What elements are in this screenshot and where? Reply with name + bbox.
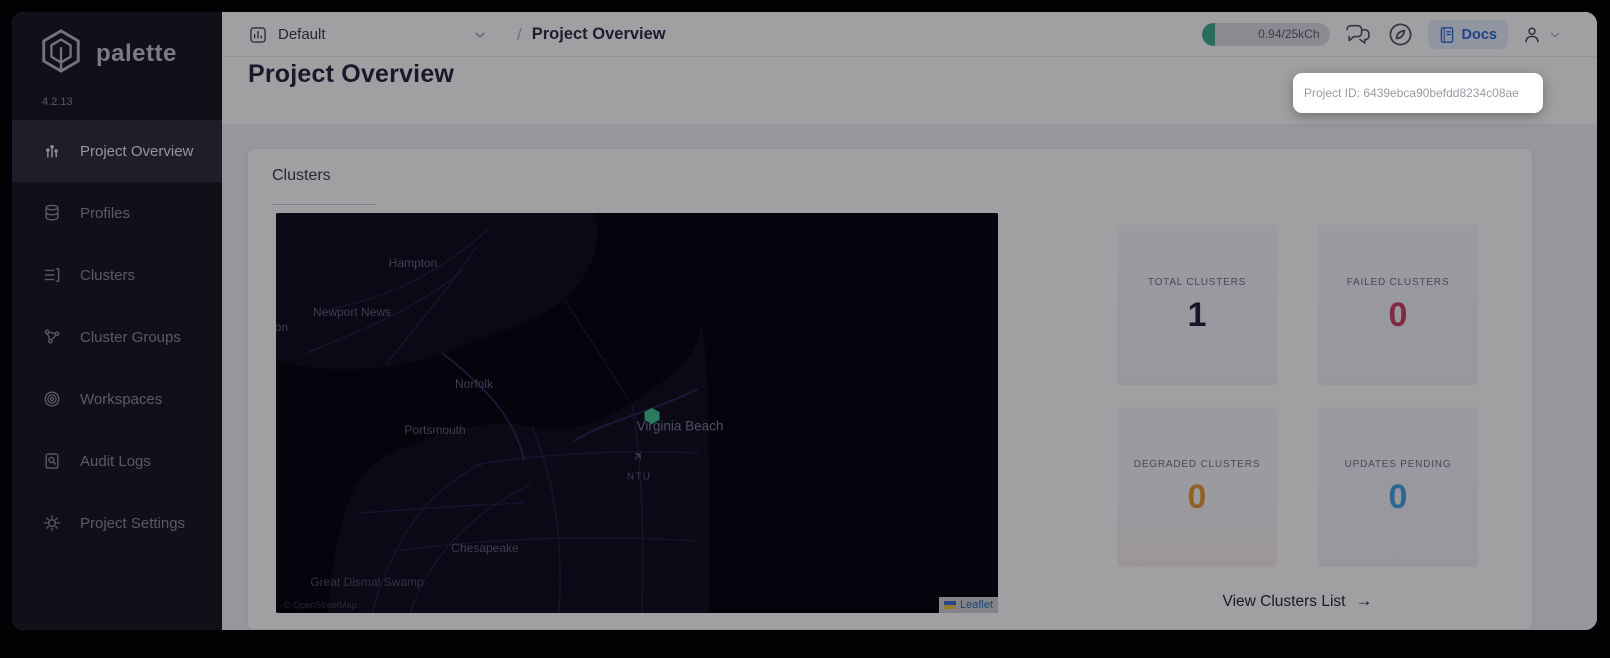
sidebar-item-project-settings[interactable]: Project Settings (12, 492, 222, 554)
sidebar-item-cluster-groups[interactable]: Cluster Groups (12, 306, 222, 368)
book-icon (1440, 26, 1453, 43)
usage-meter-fill (1201, 23, 1215, 46)
arrow-right-icon: → (1355, 591, 1373, 610)
user-menu[interactable] (1522, 25, 1562, 45)
tab-clusters[interactable]: Clusters (272, 167, 331, 185)
content: Clusters Hampton Newport News on Norfolk… (222, 124, 1597, 630)
ukraine-flag-icon (943, 601, 956, 609)
chat-button[interactable] (1344, 22, 1373, 47)
stat-value: 1 (1187, 296, 1207, 334)
sidebar-item-label: Profiles (80, 204, 131, 222)
bar-chart-icon (248, 25, 268, 45)
stat-card-degraded-clusters: DEGRADED CLUSTERS 0 (1117, 407, 1277, 567)
map-label-hampton: Hampton (388, 256, 438, 270)
help-button[interactable] (1387, 21, 1414, 48)
sidebar-item-workspaces[interactable]: Workspaces (12, 368, 222, 430)
clusters-map[interactable]: Hampton Newport News llton Norfolk Ports… (276, 213, 998, 613)
user-icon (1525, 27, 1539, 42)
sidebar-item-label: Project Settings (80, 514, 186, 532)
logo[interactable]: palette (38, 28, 177, 79)
view-clusters-list-label: View Clusters List (1222, 593, 1346, 610)
leaflet-badge: Leaflet (938, 597, 998, 613)
sidebar-item-label: Audit Logs (80, 452, 151, 470)
help-compass-icon (1389, 23, 1412, 46)
stat-label: TOTAL CLUSTERS (1147, 277, 1247, 288)
logo-text: palette (96, 39, 177, 67)
stat-value: 0 (1187, 478, 1207, 516)
sidebar-nav: Project Overview Profiles Clusters Clust… (12, 120, 222, 554)
docs-button-label: Docs (1461, 26, 1497, 43)
project-selector-label: Default (278, 26, 326, 43)
settings-gear-icon (42, 513, 62, 533)
sidebar-item-audit-logs[interactable]: Audit Logs (12, 430, 222, 492)
tab-underline (272, 204, 376, 205)
version-label: 4.2.13 (42, 96, 73, 108)
page: palette 4.2.13 Project Overview Profiles… (0, 0, 1610, 658)
breadcrumb-separator: / (517, 24, 522, 44)
stat-card-failed-clusters: FAILED CLUSTERS 0 (1318, 225, 1478, 385)
project-selector[interactable]: Default (248, 20, 488, 49)
map-label-portsmouth: Portsmouth (404, 423, 466, 437)
sidebar-item-label: Project Overview (80, 142, 194, 160)
stat-card-updates-pending: UPDATES PENDING 0 (1318, 407, 1478, 567)
chevron-down-icon (1548, 28, 1562, 42)
project-overview-icon (42, 141, 62, 161)
sidebar-item-label: Cluster Groups (80, 328, 181, 346)
stat-label: DEGRADED CLUSTERS (1133, 459, 1261, 470)
map-label-norfolk: Norfolk (454, 377, 494, 391)
view-clusters-list-link[interactable]: View Clusters List → (1117, 591, 1478, 611)
stat-card-total-clusters: TOTAL CLUSTERS 1 (1117, 225, 1277, 385)
sidebar-item-project-overview[interactable]: Project Overview (12, 120, 222, 182)
airport-code-label: NTU (626, 471, 652, 483)
audit-logs-icon (42, 451, 62, 471)
docs-button[interactable]: Docs (1427, 20, 1508, 49)
map-basemap (276, 213, 998, 613)
usage-meter[interactable]: 0.94/25kCh (1201, 23, 1330, 46)
workspaces-icon (42, 389, 62, 409)
stat-label: FAILED CLUSTERS (1346, 277, 1450, 288)
stat-value: 0 (1388, 478, 1408, 516)
project-id-tooltip: Project ID: 6439ebca90befdd8234c08ae (1293, 73, 1543, 113)
cluster-stats: TOTAL CLUSTERS 1 FAILED CLUSTERS 0 DEGRA… (1117, 225, 1478, 567)
stat-label: UPDATES PENDING (1344, 459, 1452, 470)
sidebar-item-profiles[interactable]: Profiles (12, 182, 222, 244)
sidebar-item-label: Workspaces (80, 390, 163, 408)
sidebar: palette 4.2.13 Project Overview Profiles… (12, 12, 222, 630)
map-label-newport-news: Newport News (312, 305, 392, 319)
leaflet-link[interactable]: Leaflet (960, 599, 993, 611)
topbar: Default / Project Overview 0.94/25kCh Do… (222, 12, 1597, 57)
palette-logo-icon (38, 28, 84, 79)
breadcrumb-current: Project Overview (531, 25, 666, 43)
sidebar-item-label: Clusters (80, 266, 136, 284)
cluster-groups-icon (42, 327, 62, 347)
map-label-great-dismal-swamp: Great Dismal Swamp (310, 575, 424, 589)
sidebar-item-clusters[interactable]: Clusters (12, 244, 222, 306)
topbar-right: 0.94/25kCh Docs (1201, 12, 1562, 57)
clusters-icon (42, 265, 62, 285)
chat-bubbles-icon (1345, 24, 1370, 44)
breadcrumb: / Project Overview (517, 12, 666, 57)
stat-value: 0 (1388, 296, 1408, 334)
map-attribution: © OpenStreetMap (284, 600, 357, 610)
map-label-llton: llton (276, 320, 289, 334)
profiles-icon (42, 203, 62, 223)
page-title: Project Overview (248, 60, 455, 88)
map-label-chesapeake: Chesapeake (451, 541, 519, 555)
usage-meter-text: 0.94/25kCh (1258, 27, 1320, 41)
chevron-down-icon (472, 27, 488, 43)
clusters-panel: Clusters Hampton Newport News on Norfolk… (248, 149, 1532, 629)
